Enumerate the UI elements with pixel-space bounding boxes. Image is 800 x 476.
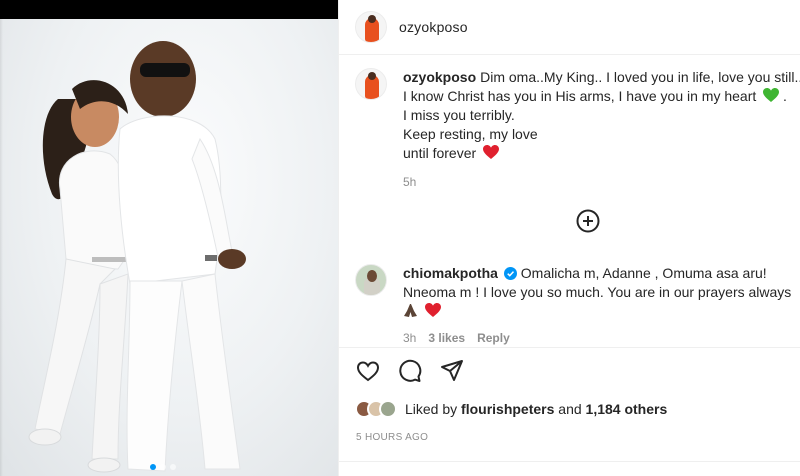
liked-by-prefix: Liked by	[405, 401, 458, 417]
caption-meta: 5h	[403, 175, 798, 189]
speech-bubble-icon[interactable]	[397, 358, 423, 384]
liked-by-others[interactable]: 1,184 others	[586, 401, 668, 417]
comment-meta: 3h 3 likes Reply	[403, 331, 798, 345]
liked-by-user[interactable]: flourishpeters	[461, 401, 554, 417]
caption-line: until forever	[403, 145, 477, 161]
post-header: ozyokposo	[339, 0, 800, 55]
caption: ozyokposo Dim oma..My King.. I loved you …	[355, 68, 800, 189]
caption-username[interactable]: ozyokposo	[403, 69, 476, 85]
comment-time[interactable]: 3h	[403, 331, 416, 345]
liker-avatar	[379, 400, 397, 418]
comment-emojis	[403, 302, 798, 321]
liked-by-connector: and	[558, 401, 582, 417]
likes-summary: Liked by flourishpeters and 1,184 others	[355, 400, 667, 418]
photo-top-bar	[0, 0, 338, 19]
caption-avatar[interactable]	[355, 68, 387, 100]
post-photo[interactable]	[0, 0, 338, 476]
caption-line: I know Christ has you in His arms, I hav…	[403, 88, 757, 104]
caption-line: Keep resting, my love	[403, 126, 538, 142]
comment-line: Omalicha m, Adanne , Omuma asa aru!	[520, 265, 767, 281]
post-actions	[355, 358, 465, 384]
post-details-panel: ozyokposo ozyokposo Dim oma..My King.. I …	[338, 0, 800, 476]
carousel-dot	[150, 464, 156, 470]
red-heart-emoji	[424, 303, 441, 317]
comments-section: ozyokposo Dim oma..My King.. I loved you …	[339, 56, 800, 346]
red-heart-emoji	[483, 145, 500, 159]
caption-time[interactable]: 5h	[403, 175, 416, 189]
carousel-dot	[160, 464, 166, 470]
heart-outline-icon[interactable]	[355, 358, 381, 384]
author-avatar[interactable]	[355, 11, 387, 43]
comment-line: Nneoma m ! I love you so much. You are i…	[403, 284, 792, 300]
divider	[339, 347, 800, 348]
caption-line: Dim oma..My King.. I loved you in life, …	[480, 69, 800, 85]
paper-plane-icon[interactable]	[439, 358, 465, 384]
divider	[339, 461, 800, 462]
verified-badge-icon	[503, 267, 517, 280]
author-username[interactable]: ozyokposo	[399, 19, 468, 35]
couple-image	[28, 41, 246, 473]
commenter-avatar[interactable]	[355, 264, 387, 296]
photo-edge-shadow	[0, 0, 3, 476]
green-heart-emoji	[763, 88, 780, 102]
comment-item: chiomakpotha Omalicha m, Adanne , Omuma …	[355, 264, 798, 345]
carousel-indicator	[150, 464, 176, 470]
plus-circle-icon[interactable]	[576, 209, 600, 233]
liker-avatars[interactable]	[355, 400, 397, 418]
post-timestamp[interactable]: 5 HOURS AGO	[356, 432, 428, 443]
commenter-username[interactable]: chiomakpotha	[403, 265, 498, 281]
reply-button[interactable]: Reply	[477, 331, 510, 345]
caption-line: I miss you terribly.	[403, 107, 515, 123]
comment-likes[interactable]: 3 likes	[428, 331, 465, 345]
carousel-dot	[170, 464, 176, 470]
praying-hands-emoji	[404, 304, 417, 317]
